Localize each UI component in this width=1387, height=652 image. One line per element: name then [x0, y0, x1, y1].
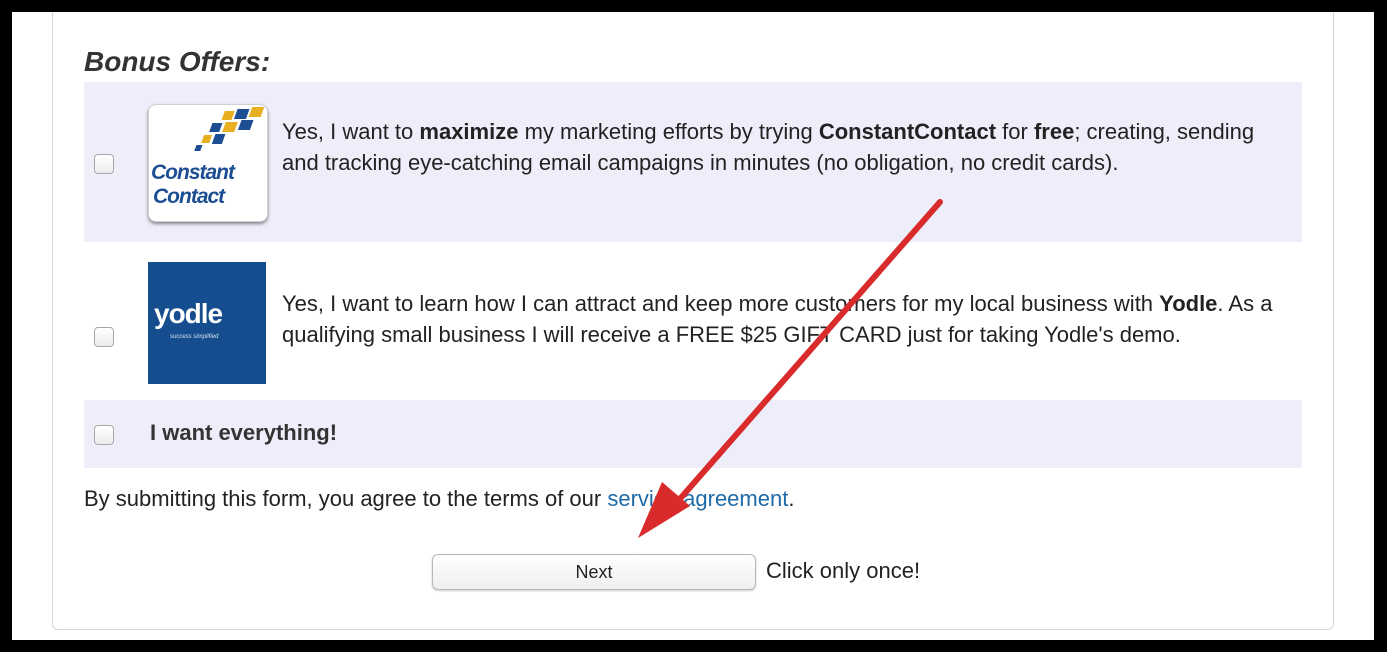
section-title: Bonus Offers: — [84, 46, 271, 77]
logo-text-line2: Contact — [153, 185, 225, 208]
terms-text: By submitting this form, you agree to th… — [84, 486, 795, 511]
offer-row-everything: I want everything! — [84, 400, 1302, 468]
constant-contact-logo: Constant Contact — [148, 104, 268, 222]
yodle-logo-word: yodle — [154, 298, 223, 329]
service-agreement-link[interactable]: service agreement — [607, 486, 788, 511]
everything-checkbox[interactable] — [94, 425, 114, 445]
next-button[interactable]: Next — [432, 554, 756, 590]
constant-contact-offer-text: Yes, I want to maximize my marketing eff… — [282, 119, 1255, 175]
everything-label: I want everything! — [150, 420, 338, 445]
yodle-checkbox[interactable] — [94, 327, 114, 347]
click-once-note: Click only once! — [766, 558, 921, 583]
yodle-logo: yodle success simplified — [148, 262, 266, 384]
constant-contact-checkbox[interactable] — [94, 154, 114, 174]
constant-contact-squares-icon — [194, 107, 265, 151]
offer-row-yodle: yodle success simplified Yes, I want to … — [84, 244, 1302, 404]
yodle-logo-tagline: success simplified — [170, 334, 219, 340]
logo-text-line1: Constant — [151, 161, 235, 184]
yodle-offer-text: Yes, I want to learn how I can attract a… — [282, 291, 1273, 347]
offer-row-constant-contact: Constant Contact Yes, I want to maximize… — [84, 82, 1302, 242]
screenshot-frame: Bonus Offers: Constant Contact Yes, I wa… — [12, 12, 1374, 640]
